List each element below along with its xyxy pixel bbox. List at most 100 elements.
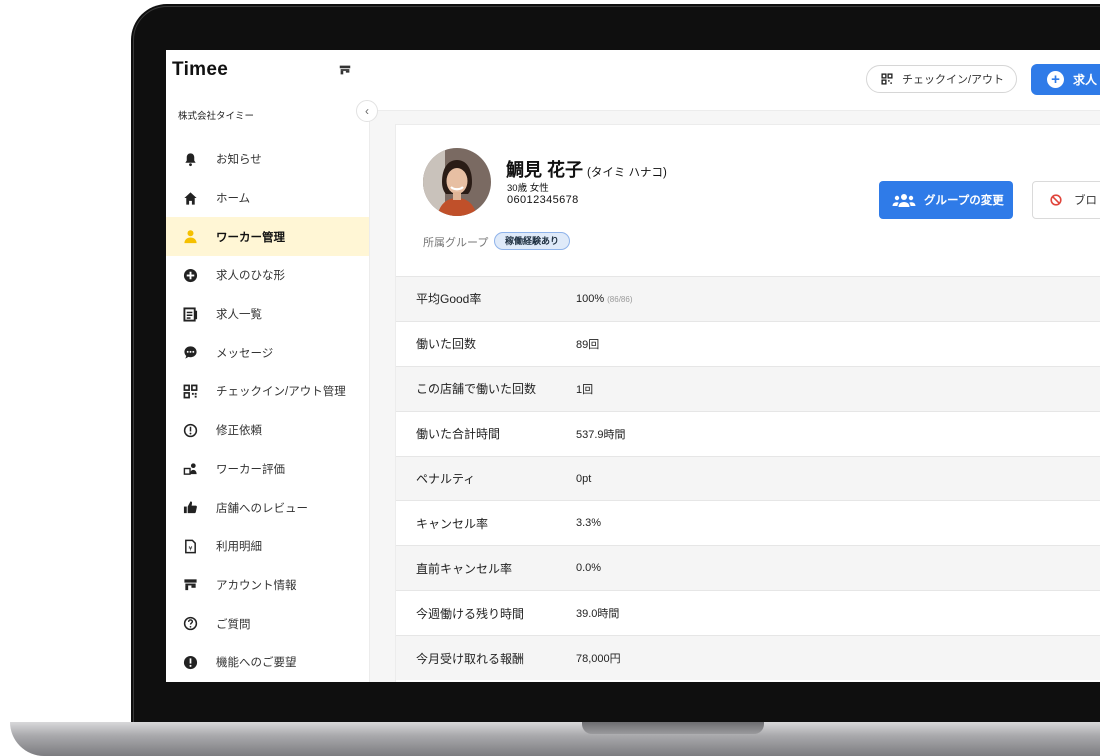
collapse-sidebar-button[interactable]: ‹ [356, 100, 378, 122]
table-row: 今週働ける残り時間 39.0時間 [396, 590, 1100, 635]
sidebar-item-job-list[interactable]: 求人一覧 [166, 295, 369, 334]
worker-name: 鯛見 花子 (タイミ ハナコ) [506, 156, 667, 182]
sidebar-item-label: ワーカー管理 [216, 231, 285, 244]
worker-name-kana: (タイミ ハナコ) [587, 167, 667, 179]
sidebar-item-label: 機能へのご要望 [216, 657, 297, 670]
table-row: キャンセル率 3.3% [396, 500, 1100, 545]
stat-value: 39.0時間 [576, 608, 620, 621]
table-row: ペナルティ 0pt [396, 455, 1100, 501]
app-logo[interactable]: Timee [172, 59, 228, 81]
table-row: 働いた合計時間 537.9時間 [396, 410, 1100, 456]
checkin-button[interactable]: チェックイン/アウト [866, 65, 1017, 93]
sidebar-item-home[interactable]: ホーム [166, 179, 369, 218]
top-bar: チェックイン/アウト + 求人 [369, 50, 1100, 111]
block-icon [1050, 194, 1062, 206]
create-job-button-label: 求人 [1073, 73, 1098, 87]
exclamation-circle-icon [182, 422, 198, 438]
stat-label: 働いた合計時間 [416, 427, 501, 442]
table-row: 平均Good率 100% (86/86) [396, 276, 1100, 321]
stat-label: 今月受け取れる報酬 [416, 651, 525, 666]
stat-label: 今週働ける残り時間 [416, 606, 525, 621]
table-row: この店舗で働いた回数 1回 [396, 365, 1100, 411]
stat-value: 1回 [576, 383, 594, 396]
chat-icon [182, 345, 198, 361]
sidebar-item-store-reviews[interactable]: 店舗へのレビュー [166, 488, 369, 527]
qr-icon [881, 73, 893, 85]
sidebar-item-worker-management[interactable]: ワーカー管理 [166, 217, 369, 257]
worker-age-gender: 30歳 女性 [507, 183, 549, 194]
group-icon [892, 194, 916, 207]
sidebar-item-label: 店舗へのレビュー [216, 502, 308, 515]
stat-value: 537.9時間 [576, 428, 626, 441]
group-badge: 稼働経験あり [494, 232, 571, 250]
sidebar-item-label: ワーカー評価 [216, 463, 285, 476]
sidebar-item-label: アカウント情報 [216, 579, 297, 592]
table-row: 働いた回数 89回 [396, 320, 1100, 366]
home-icon [182, 190, 198, 206]
sidebar-item-label: メッセージ [216, 347, 274, 360]
app-screen: Timee 株式会社タイミー お知らせ ホーム ワーカー管理 求人のひな形 求人… [166, 50, 1100, 682]
sidebar-item-questions[interactable]: ご質問 [166, 604, 369, 643]
sidebar-item-label: 求人のひな形 [216, 270, 285, 283]
sidebar-item-label: ご質問 [216, 618, 251, 631]
stat-label: 平均Good率 [416, 292, 482, 307]
sidebar-item-label: チェックイン/アウト管理 [216, 386, 346, 399]
thumbs-up-icon [182, 500, 198, 516]
stat-value: 89回 [576, 338, 600, 351]
stat-label: 働いた回数 [416, 337, 477, 352]
plus-icon: + [1047, 71, 1064, 88]
change-group-button[interactable]: グループの変更 [879, 181, 1013, 219]
worker-phone: 06012345678 [507, 194, 579, 206]
sidebar-item-correction-requests[interactable]: 修正依頼 [166, 411, 369, 450]
stat-label: キャンセル率 [416, 516, 489, 531]
stat-label: 直前キャンセル率 [416, 561, 513, 576]
block-button-label: ブロ [1074, 195, 1097, 207]
stat-label: この店舗で働いた回数 [416, 382, 537, 397]
group-label: 所属グループ [423, 237, 489, 249]
person-icon [182, 229, 198, 245]
sidebar-item-templates[interactable]: 求人のひな形 [166, 256, 369, 295]
create-job-button[interactable]: + 求人 [1031, 64, 1100, 95]
sidebar-item-label: 求人一覧 [216, 309, 262, 322]
worker-name-text: 鯛見 花子 [506, 160, 584, 180]
table-row: 今月受け取れる報酬 78,000円 [396, 635, 1100, 681]
stat-value: 3.3% [576, 517, 602, 530]
svg-text:¥: ¥ [188, 544, 192, 552]
stat-value: 0pt [576, 472, 592, 485]
worker-stats-table: 平均Good率 100% (86/86) 働いた回数 89回 この店舗で働いた回数… [396, 276, 1100, 681]
sidebar-item-account[interactable]: アカウント情報 [166, 566, 369, 605]
list-icon [182, 306, 198, 322]
question-circle-icon [182, 616, 198, 632]
table-row: 直前キャンセル率 0.0% [396, 545, 1100, 591]
sidebar-item-messages[interactable]: メッセージ [166, 333, 369, 372]
store-icon [182, 577, 198, 593]
sidebar-item-invoices[interactable]: ¥ 利用明細 [166, 527, 369, 566]
stat-sub: (86/86) [607, 294, 633, 304]
sidebar-item-checkin-management[interactable]: チェックイン/アウト管理 [166, 372, 369, 411]
store-switch-icon[interactable] [338, 63, 352, 77]
invoice-icon: ¥ [182, 538, 198, 554]
avatar [423, 148, 491, 216]
sidebar-item-label: お知らせ [216, 154, 262, 167]
stat-value: 100% (86/86) [576, 293, 633, 305]
company-name: 株式会社タイミー [178, 111, 255, 122]
sidebar-item-label: 修正依頼 [216, 425, 262, 438]
stat-value-text: 100% [576, 292, 605, 305]
sidebar-item-worker-rating[interactable]: ワーカー評価 [166, 450, 369, 489]
alert-circle-icon [182, 654, 198, 670]
sidebar-item-label: 利用明細 [216, 541, 262, 554]
sidebar: Timee 株式会社タイミー お知らせ ホーム ワーカー管理 求人のひな形 求人… [166, 50, 370, 682]
stat-value: 78,000円 [576, 653, 621, 666]
worker-detail-card: 鯛見 花子 (タイミ ハナコ) 30歳 女性 06012345678 所属グループ… [395, 124, 1100, 682]
sidebar-item-feature-requests[interactable]: 機能へのご要望 [166, 643, 369, 682]
block-button[interactable]: ブロ [1032, 181, 1100, 219]
laptop-base [10, 722, 1100, 756]
laptop-notch [582, 722, 764, 734]
stat-value: 0.0% [576, 562, 602, 575]
sidebar-item-notifications[interactable]: お知らせ [166, 140, 369, 179]
bell-icon [182, 151, 198, 167]
sidebar-nav: お知らせ ホーム ワーカー管理 求人のひな形 求人一覧 メッセージ チェックイン… [166, 140, 369, 682]
qr-icon [182, 383, 198, 399]
plus-circle-icon [182, 267, 198, 283]
stat-label: ペナルティ [416, 472, 476, 486]
